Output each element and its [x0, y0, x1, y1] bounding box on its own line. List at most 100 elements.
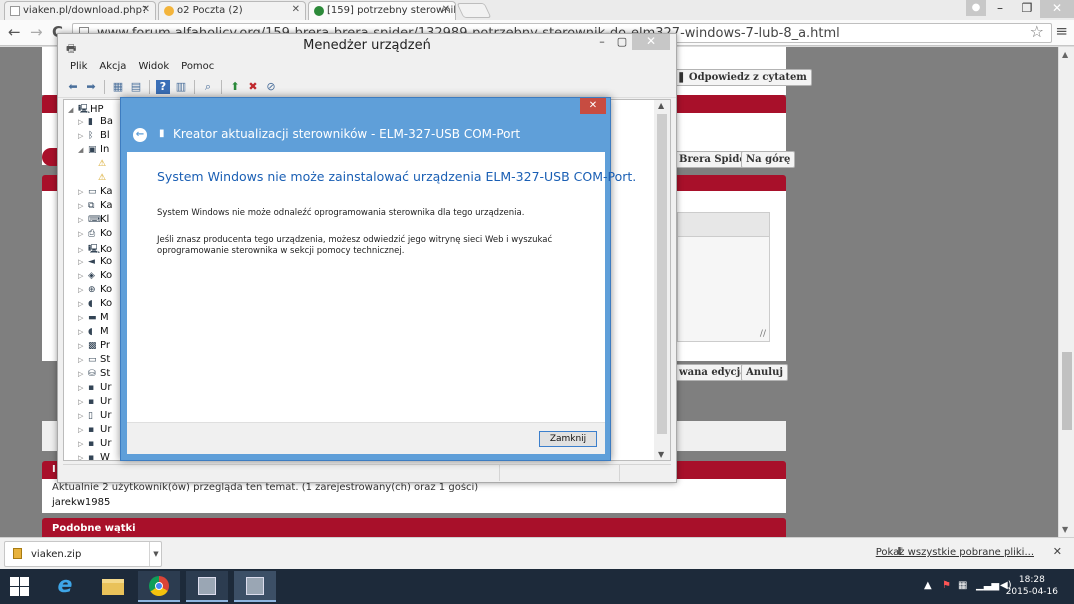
tree-item[interactable]: ◢ ▣ In — [78, 144, 109, 158]
collapsed-arrow-icon[interactable]: ▷ — [78, 454, 88, 460]
properties-icon[interactable]: ▦ — [111, 80, 125, 94]
tree-item[interactable]: ⚠ — [88, 158, 110, 172]
tree-item[interactable]: ▷ ⧉ Ka — [78, 200, 113, 214]
close-button[interactable]: ✕ — [632, 34, 670, 50]
wizard-close-button[interactable]: ✕ — [580, 98, 606, 114]
tree-item[interactable]: ▷ ◄ Ko — [78, 256, 112, 270]
tree-item[interactable]: ◢ 🖳HP — [68, 102, 104, 116]
taskbar-devmgr-2[interactable] — [234, 571, 276, 602]
view-icon[interactable]: ▥ — [174, 80, 188, 94]
tree-item[interactable]: ⚠ — [88, 172, 110, 186]
tree-item[interactable]: ▷ ▪ Ur — [78, 424, 111, 438]
scroll-up-icon[interactable]: ▲ — [658, 101, 664, 110]
collapsed-arrow-icon[interactable]: ▷ — [78, 328, 88, 336]
show-hidden-icon[interactable]: ▤ — [129, 80, 143, 94]
collapsed-arrow-icon[interactable]: ▷ — [78, 370, 88, 378]
collapsed-arrow-icon[interactable]: ▷ — [78, 426, 88, 434]
tree-item[interactable]: ▷ ⎙ Ko — [78, 228, 112, 242]
tree-item[interactable]: ▷ ▪ W — [78, 452, 110, 460]
scroll-thumb[interactable] — [1062, 352, 1072, 430]
back-icon[interactable]: ⬅ — [66, 80, 80, 94]
collapsed-arrow-icon[interactable]: ▷ — [78, 132, 88, 140]
update-driver-icon[interactable]: ⬆ — [228, 80, 242, 94]
forward-icon[interactable]: ➡ — [84, 80, 98, 94]
viewer-name[interactable]: jarekw1985 — [52, 497, 110, 508]
tree-item[interactable]: ▷ ▭ St — [78, 354, 110, 368]
scan-icon[interactable]: ⌕ — [201, 80, 215, 94]
collapsed-arrow-icon[interactable]: ▷ — [78, 384, 88, 392]
tree-scrollbar[interactable]: ▲ ▼ — [654, 100, 670, 460]
taskbar-ie[interactable]: e — [44, 571, 86, 602]
tree-item[interactable]: ▷ ᛒ Bl — [78, 130, 110, 144]
menu-pomoc[interactable]: Pomoc — [181, 61, 214, 76]
collapsed-arrow-icon[interactable]: ▷ — [78, 230, 88, 238]
taskbar-devmgr-1[interactable] — [186, 571, 228, 602]
collapsed-arrow-icon[interactable]: ▷ — [78, 272, 88, 280]
tab-viaken[interactable]: viaken.pl/download.php? ✕ — [4, 1, 156, 20]
collapsed-arrow-icon[interactable]: ▷ — [78, 398, 88, 406]
tree-item[interactable]: ▷ ▪ Ur — [78, 396, 111, 410]
collapsed-arrow-icon[interactable]: ▷ — [78, 356, 88, 364]
forward-icon[interactable]: → — [30, 23, 43, 41]
taskbar-explorer[interactable] — [92, 571, 134, 602]
restore-button[interactable]: ❐ — [1014, 0, 1040, 18]
close-icon[interactable]: ✕ — [142, 4, 150, 15]
collapsed-arrow-icon[interactable]: ▷ — [78, 188, 88, 196]
cancel-button[interactable]: Anuluj — [741, 364, 788, 381]
collapsed-arrow-icon[interactable]: ▷ — [78, 286, 88, 294]
reply-quote-button[interactable]: ❚ Odpowiedz z cytatem — [672, 69, 812, 86]
back-icon[interactable]: ← — [8, 23, 21, 41]
tree-item[interactable]: ▷ ⌨Kl — [78, 214, 109, 228]
back-arrow-icon[interactable]: ← — [133, 128, 147, 142]
taskbar-chrome[interactable] — [138, 571, 180, 602]
menu-widok[interactable]: Widok — [138, 61, 169, 76]
show-hidden-icon[interactable]: ▲ — [924, 580, 932, 591]
flag-icon[interactable]: ⚑ — [942, 580, 951, 591]
tree-item[interactable]: ▷ ◖ Ko — [78, 298, 112, 312]
tree-item[interactable]: ▷ ▭ Ka — [78, 186, 113, 200]
start-button[interactable] — [10, 577, 30, 597]
person-icon[interactable]: ● — [966, 0, 986, 16]
close-wizard-button[interactable]: Zamknij — [539, 431, 597, 447]
close-icon[interactable]: ✕ — [1053, 545, 1062, 558]
tree-item[interactable]: ▷ 🖳Ko — [78, 242, 112, 256]
uninstall-icon[interactable]: ✖ — [246, 80, 260, 94]
disable-icon[interactable]: ⊘ — [264, 80, 278, 94]
tree-item[interactable]: ▷ ◖ M — [78, 326, 109, 340]
expanded-arrow-icon[interactable]: ◢ — [68, 106, 78, 114]
collapsed-arrow-icon[interactable]: ▷ — [78, 314, 88, 322]
collapsed-arrow-icon[interactable]: ▷ — [78, 216, 88, 224]
tree-item[interactable]: ▷ ▪ Ur — [78, 438, 111, 452]
tree-item[interactable]: ▷ ⛁ St — [78, 368, 110, 382]
expanded-arrow-icon[interactable]: ◢ — [78, 146, 88, 154]
show-all-downloads-link[interactable]: Pokaż wszystkie pobrane pliki... — [876, 547, 1034, 558]
collapsed-arrow-icon[interactable]: ▷ — [78, 118, 88, 126]
close-window-button[interactable]: ✕ — [1040, 0, 1074, 18]
help-icon[interactable]: ? — [156, 79, 170, 94]
download-item[interactable]: viaken.zip ▼ — [4, 541, 162, 567]
tab-o2-poczta[interactable]: o2 Poczta (2) ✕ — [158, 1, 306, 20]
tree-scroll-thumb[interactable] — [657, 114, 667, 434]
collapsed-arrow-icon[interactable]: ▷ — [78, 440, 88, 448]
maximize-button[interactable]: ▢ — [614, 34, 630, 52]
tree-item[interactable]: ▷ ⊕ Ko — [78, 284, 112, 298]
minimize-button[interactable]: – — [594, 34, 610, 52]
menu-akcja[interactable]: Akcja — [99, 61, 126, 76]
new-tab-button[interactable] — [456, 3, 492, 18]
tab-forum[interactable]: [159] potrzebny sterownik ✕ — [308, 1, 456, 20]
tree-item[interactable]: ▷ ▮ Ba — [78, 116, 113, 130]
tree-item[interactable]: ▷ ▪ Ur — [78, 382, 111, 396]
tree-item[interactable]: ▷ ▩ Pr — [78, 340, 110, 354]
signal-icon[interactable]: ▁▃▅ — [976, 580, 999, 591]
collapsed-arrow-icon[interactable]: ▷ — [78, 300, 88, 308]
to-top-button[interactable]: Na górę — [741, 151, 796, 168]
collapsed-arrow-icon[interactable]: ▷ — [78, 258, 88, 266]
reply-textarea[interactable]: // — [677, 212, 770, 342]
page-scrollbar[interactable]: ▲ ▼ — [1058, 47, 1074, 537]
minimize-button[interactable]: – — [986, 0, 1014, 18]
star-icon[interactable]: ☆ — [1030, 22, 1044, 41]
scroll-down-icon[interactable]: ▼ — [658, 450, 664, 459]
menu-icon[interactable]: ≡ — [1055, 22, 1068, 40]
tree-item[interactable]: ▷ ▬ M — [78, 312, 109, 326]
scroll-up-icon[interactable]: ▲ — [1062, 50, 1068, 59]
